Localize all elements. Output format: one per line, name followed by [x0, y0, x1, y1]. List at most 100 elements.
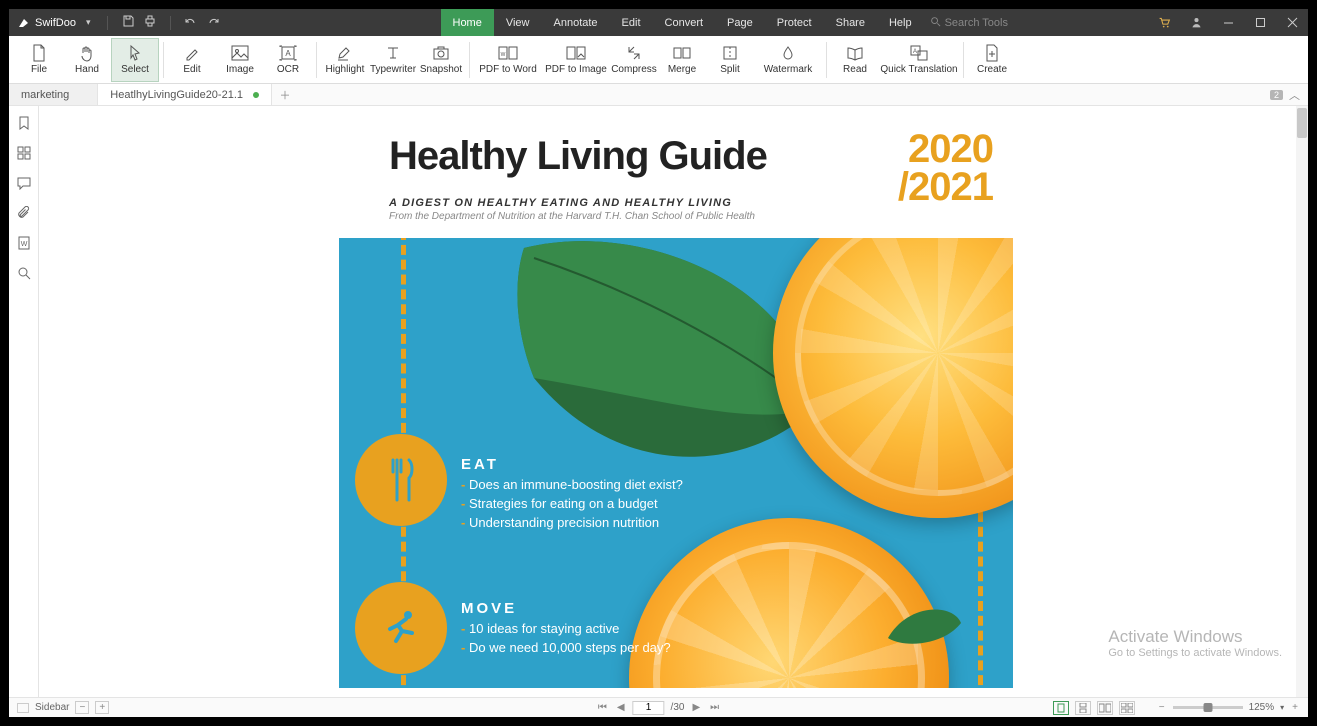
collapse-ribbon-icon[interactable]: ︿ [1289, 87, 1300, 103]
tool-quick-translation[interactable]: A Quick Translation [879, 38, 959, 82]
tool-pdf-to-word[interactable]: W PDF to Word [474, 38, 542, 82]
menu-share[interactable]: Share [824, 9, 877, 36]
eat-title: EAT [461, 456, 683, 473]
translate-icon: A [910, 44, 928, 62]
undo-icon[interactable] [183, 15, 199, 30]
tool-highlight[interactable]: Highlight [321, 38, 369, 82]
collapse-left-icon[interactable]: − [75, 701, 89, 714]
scrollbar-thumb[interactable] [1297, 108, 1307, 138]
zoom-slider[interactable] [1173, 706, 1243, 709]
zoom-in-icon[interactable]: + [1290, 702, 1300, 713]
tab-healthy-living-guide[interactable]: HeatlhyLivingGuide20-21.1 [98, 84, 272, 105]
ribbon-toolbar: File Hand Select Edit Image A OCR Highli… [9, 36, 1308, 84]
pdf-page: Healthy Living Guide 2020 /2021 A DIGEST… [339, 106, 1013, 697]
first-page-icon[interactable]: ⏮ [596, 702, 609, 713]
running-icon [378, 605, 424, 651]
close-button[interactable] [1276, 9, 1308, 36]
move-line: 10 ideas for staying active [461, 621, 671, 636]
tool-pdf-to-image[interactable]: PDF to Image [542, 38, 610, 82]
minimize-button[interactable] [1212, 9, 1244, 36]
tool-compress[interactable]: Compress [610, 38, 658, 82]
view-facing-icon[interactable] [1097, 701, 1113, 715]
menu-annotate[interactable]: Annotate [542, 9, 610, 36]
notification-badge[interactable]: 2 [1270, 90, 1283, 100]
left-sidebar: W [9, 106, 39, 697]
tab-label: marketing [21, 89, 69, 101]
workspace: W Healthy Living Guide 2020 /2021 A DIGE… [9, 106, 1308, 697]
merge-icon [673, 44, 691, 62]
title-bar: SwifDoo ▾ Home View Annotate Edit Conver… [9, 9, 1308, 36]
tool-split[interactable]: Split [706, 38, 754, 82]
page-nav: ⏮ ◀ /30 ▶ ⏭ [596, 701, 721, 715]
maximize-button[interactable] [1244, 9, 1276, 36]
tool-file[interactable]: File [15, 38, 63, 82]
search-tools[interactable]: Search Tools [930, 9, 1008, 36]
view-single-icon[interactable] [1053, 701, 1069, 715]
search-icon [930, 16, 941, 30]
eat-line: Understanding precision nutrition [461, 515, 683, 530]
app-menu-dropdown-icon[interactable]: ▾ [86, 17, 91, 28]
menu-home[interactable]: Home [441, 9, 494, 36]
zoom-dropdown-icon[interactable]: ▾ [1280, 703, 1284, 712]
tool-image[interactable]: Image [216, 38, 264, 82]
tool-ocr[interactable]: A OCR [264, 38, 312, 82]
file-icon [31, 44, 47, 62]
word-export-icon[interactable]: W [15, 234, 33, 252]
new-tab-button[interactable]: ＋ [272, 84, 298, 105]
save-icon[interactable] [120, 15, 136, 30]
redo-icon[interactable] [205, 15, 221, 30]
menu-view[interactable]: View [494, 9, 542, 36]
svg-text:W: W [501, 52, 506, 58]
user-icon[interactable] [1180, 9, 1212, 36]
menu-convert[interactable]: Convert [653, 9, 716, 36]
view-facing-continuous-icon[interactable] [1119, 701, 1135, 715]
sidebar-toggle-icon[interactable] [17, 703, 29, 713]
comments-icon[interactable] [15, 174, 33, 192]
tool-create[interactable]: Create [968, 38, 1016, 82]
pdf-image-icon [566, 44, 586, 62]
zoom-value: 125% [1249, 702, 1275, 713]
ocr-icon: A [279, 44, 297, 62]
tool-hand[interactable]: Hand [63, 38, 111, 82]
document-viewer[interactable]: Healthy Living Guide 2020 /2021 A DIGEST… [39, 106, 1308, 697]
tool-watermark[interactable]: Watermark [754, 38, 822, 82]
edit-icon [184, 44, 200, 62]
modified-indicator-icon [253, 92, 259, 98]
cart-icon[interactable] [1148, 9, 1180, 36]
tab-marketing[interactable]: marketing [9, 84, 98, 105]
expand-left-icon[interactable]: + [95, 701, 109, 714]
menu-page[interactable]: Page [715, 9, 765, 36]
tool-edit[interactable]: Edit [168, 38, 216, 82]
search-panel-icon[interactable] [15, 264, 33, 282]
menu-edit[interactable]: Edit [610, 9, 653, 36]
menu-protect[interactable]: Protect [765, 9, 824, 36]
sidebar-label[interactable]: Sidebar [35, 702, 69, 713]
eat-icon-circle [355, 434, 447, 526]
page-input[interactable] [633, 701, 665, 715]
tool-typewriter[interactable]: Typewriter [369, 38, 417, 82]
eat-line: Does an immune-boosting diet exist? [461, 477, 683, 492]
watermark-icon [780, 44, 796, 62]
move-section: MOVE 10 ideas for staying active Do we n… [461, 600, 671, 655]
menu-help[interactable]: Help [877, 9, 924, 36]
svg-text:W: W [20, 241, 27, 248]
attachment-icon[interactable] [15, 204, 33, 222]
thumbnails-icon[interactable] [15, 144, 33, 162]
bookmark-icon[interactable] [15, 114, 33, 132]
tool-snapshot[interactable]: Snapshot [417, 38, 465, 82]
scrollbar[interactable] [1296, 106, 1308, 697]
doc-year: 2020 /2021 [898, 130, 993, 206]
compress-icon [626, 44, 642, 62]
hand-icon [79, 44, 95, 62]
next-page-icon[interactable]: ▶ [690, 702, 702, 713]
tool-merge[interactable]: Merge [658, 38, 706, 82]
tool-select[interactable]: Select [111, 38, 159, 82]
last-page-icon[interactable]: ⏭ [708, 702, 721, 713]
prev-page-icon[interactable]: ◀ [615, 702, 627, 713]
move-title: MOVE [461, 600, 671, 617]
tool-read[interactable]: Read [831, 38, 879, 82]
view-continuous-icon[interactable] [1075, 701, 1091, 715]
eat-line: Strategies for eating on a budget [461, 496, 683, 511]
zoom-out-icon[interactable]: − [1157, 702, 1167, 713]
print-icon[interactable] [142, 15, 158, 30]
